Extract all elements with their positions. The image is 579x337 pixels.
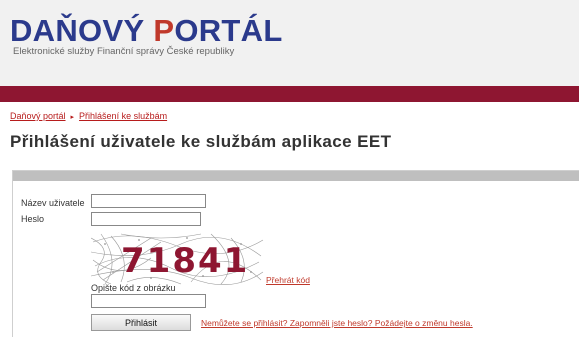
password-input[interactable] — [91, 212, 201, 226]
page-title: Přihlášení uživatele ke službám aplikace… — [10, 132, 392, 151]
logo-text-part: ORTÁL — [174, 13, 283, 48]
breadcrumb: Daňový portál ▸ Přihlášení ke službám — [10, 111, 167, 121]
panel-header-bar — [13, 171, 579, 181]
captcha-graphic: 71841 — [91, 232, 264, 286]
play-code-link[interactable]: Přehrát kód — [266, 275, 310, 285]
username-input[interactable] — [91, 194, 206, 208]
login-button[interactable]: Přihlásit — [91, 314, 191, 331]
help-link[interactable]: Nemůžete se přihlásit? Zapomněli jste he… — [201, 318, 473, 328]
portal-logo[interactable]: DAŇOVÝ PORTÁL — [10, 14, 283, 48]
breadcrumb-link-login[interactable]: Přihlášení ke službám — [79, 111, 167, 121]
logo-text-accent: P — [153, 13, 175, 48]
password-label: Heslo — [21, 214, 45, 224]
breadcrumb-separator-icon: ▸ — [70, 114, 75, 121]
logo-subtitle: Elektronické služby Finanční správy Česk… — [13, 46, 235, 57]
logo-text-accent: ŇOVÝ — [55, 13, 154, 48]
breadcrumb-link-home[interactable]: Daňový portál — [10, 111, 66, 121]
captcha-input[interactable] — [91, 294, 206, 308]
captcha-text: 71841 — [121, 241, 249, 281]
captcha-image: 71841 — [91, 232, 264, 286]
captcha-input-label: Opište kód z obrázku — [91, 283, 176, 293]
page-header: DAŇOVÝ PORTÁL Elektronické služby Finanč… — [0, 0, 579, 86]
logo-text-part: DA — [10, 13, 56, 48]
username-label: Název uživatele — [21, 198, 85, 208]
top-navigation-bar — [0, 86, 579, 102]
